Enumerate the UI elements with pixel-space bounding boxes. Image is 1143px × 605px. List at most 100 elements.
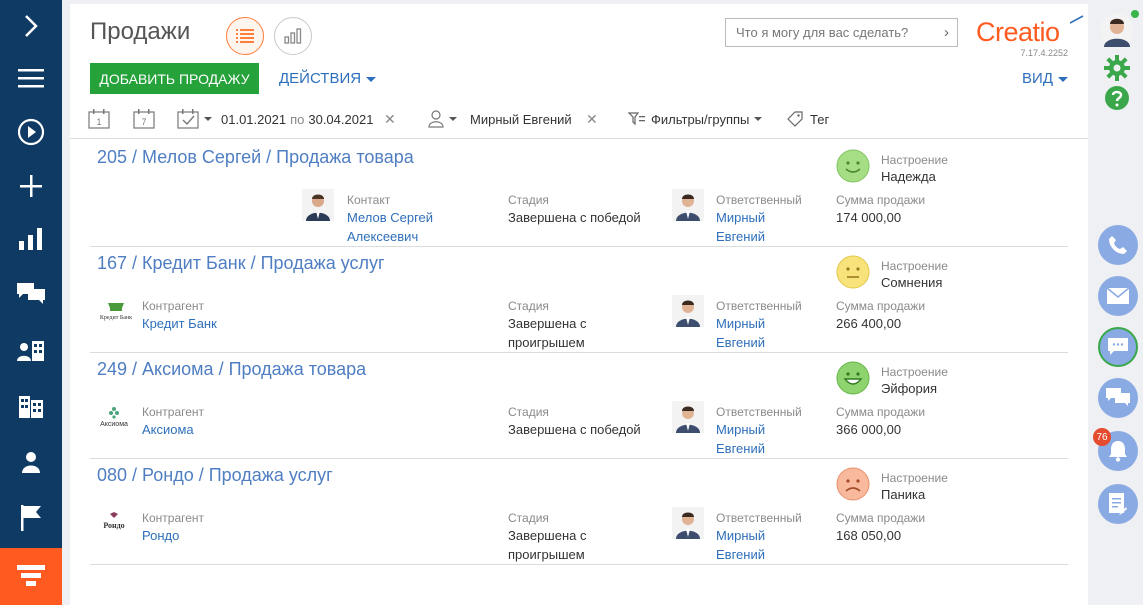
filters-groups-label: Фильтры/группы bbox=[651, 111, 750, 127]
flag-icon bbox=[21, 505, 41, 531]
owner-line1: Мирный bbox=[716, 316, 766, 331]
stage-line1: Завершена с bbox=[508, 316, 587, 331]
clear-owner-icon[interactable]: ✕ bbox=[586, 108, 598, 130]
account-logo-text: Рондо bbox=[103, 521, 124, 530]
owner-link[interactable]: Мирный Евгений bbox=[716, 314, 802, 352]
date-from: 01.01.2021 bbox=[221, 111, 287, 127]
tasks-button[interactable] bbox=[1098, 484, 1138, 524]
add-button[interactable] bbox=[0, 160, 62, 212]
field-label: Сумма продажи bbox=[836, 405, 926, 419]
phone-icon bbox=[1109, 236, 1127, 254]
caret-down-icon bbox=[449, 117, 457, 121]
owner-line1: Мирный bbox=[716, 422, 766, 437]
person-icon bbox=[22, 452, 40, 473]
owner-link[interactable]: Мирный Евгений bbox=[716, 208, 802, 246]
command-line-input[interactable]: Что я могу для вас сделать? › bbox=[725, 18, 958, 47]
mood-doubt-icon bbox=[836, 255, 870, 289]
bar-chart-icon bbox=[19, 228, 42, 250]
clear-period-icon[interactable]: ✕ bbox=[384, 108, 396, 130]
owner-link[interactable]: Мирный Евгений bbox=[716, 420, 802, 458]
field-label: Ответственный bbox=[716, 299, 802, 313]
mood-value: Сомнения bbox=[881, 275, 943, 290]
filter-icon bbox=[628, 112, 645, 126]
chat-bubbles-icon bbox=[1106, 388, 1130, 406]
owner-line2: Евгений bbox=[716, 229, 765, 244]
list-view-button[interactable] bbox=[226, 17, 264, 55]
owner-photo bbox=[672, 401, 704, 433]
chat-button[interactable] bbox=[1098, 327, 1138, 367]
filter-bar: 1 7 01.01.2021 по 30.04.2021 ✕ Мирный Ев… bbox=[88, 108, 1078, 130]
analytics-view-button[interactable] bbox=[274, 17, 312, 55]
caret-down-icon bbox=[366, 76, 377, 82]
contact-photo bbox=[302, 189, 334, 221]
period-filter-button[interactable] bbox=[177, 108, 212, 130]
email-button[interactable] bbox=[1098, 276, 1138, 316]
owner-filter-value[interactable]: Мирный Евгений bbox=[470, 108, 572, 130]
list-item[interactable]: 249 / Аксиома / Продажа товара Аксиома К… bbox=[90, 353, 1068, 459]
field-label: Стадия bbox=[508, 299, 549, 313]
opportunities-section-button[interactable] bbox=[0, 548, 62, 605]
add-opportunity-button[interactable]: ДОБАВИТЬ ПРОДАЖУ bbox=[90, 63, 259, 94]
phone-button[interactable] bbox=[1098, 225, 1138, 265]
notifications-count-badge: 76 bbox=[1093, 428, 1111, 446]
field-label: Сумма продажи bbox=[836, 511, 926, 525]
field-label: Ответственный bbox=[716, 193, 802, 207]
field-label: Сумма продажи bbox=[836, 193, 926, 207]
hamburger-icon bbox=[18, 69, 44, 88]
owner-link[interactable]: Мирный Евгений bbox=[716, 526, 802, 564]
field-label: Настроение bbox=[881, 365, 948, 379]
tag-label: Тег bbox=[810, 111, 830, 127]
account-link[interactable]: Рондо bbox=[142, 526, 204, 545]
field-label: Сумма продажи bbox=[836, 299, 926, 313]
tag-icon bbox=[787, 111, 803, 127]
day-filter-button[interactable]: 1 bbox=[88, 108, 110, 130]
owner-line1: Мирный bbox=[716, 210, 766, 225]
date-to: 30.04.2021 bbox=[308, 111, 374, 127]
list-item[interactable]: 205 / Мелов Сергей / Продажа товара Конт… bbox=[90, 141, 1068, 247]
creatio-logo: Creatio bbox=[976, 17, 1060, 47]
contacts-button[interactable] bbox=[0, 436, 62, 488]
view-menu-button[interactable]: ВИД bbox=[1022, 70, 1068, 87]
feed-button[interactable] bbox=[0, 268, 62, 320]
left-navigation bbox=[0, 0, 62, 605]
tag-filter-button[interactable]: Тег bbox=[786, 108, 829, 130]
dashboards-button[interactable] bbox=[0, 213, 62, 265]
expand-menu-button[interactable] bbox=[0, 0, 62, 52]
list-icon bbox=[236, 29, 254, 43]
week-filter-button[interactable]: 7 bbox=[133, 108, 155, 130]
field-label: Стадия bbox=[508, 405, 549, 419]
chevron-right-icon[interactable]: › bbox=[944, 24, 949, 41]
gear-icon[interactable] bbox=[1104, 55, 1130, 81]
list-item[interactable]: 080 / Рондо / Продажа услуг Рондо Контра… bbox=[90, 459, 1068, 565]
filters-groups-button[interactable]: Фильтры/группы bbox=[628, 108, 763, 130]
account-logo: Аксиома bbox=[100, 407, 128, 428]
feed-button[interactable] bbox=[1098, 378, 1138, 418]
leads-button[interactable] bbox=[0, 492, 62, 544]
stage-line1: Завершена с bbox=[508, 528, 587, 543]
chat-icon bbox=[1108, 338, 1128, 355]
actions-menu-button[interactable]: ДЕЙСТВИЯ bbox=[279, 70, 377, 87]
field-label: Ответственный bbox=[716, 511, 802, 525]
record-title-link[interactable]: 205 / Мелов Сергей / Продажа товара bbox=[97, 147, 414, 168]
field-label: Настроение bbox=[881, 259, 948, 273]
period-value[interactable]: 01.01.2021 по 30.04.2021 bbox=[221, 108, 373, 130]
envelope-icon bbox=[1107, 288, 1129, 304]
owner-filter-button[interactable] bbox=[428, 108, 457, 130]
communication-panel: 76 bbox=[1093, 0, 1143, 605]
list-item[interactable]: 167 / Кредит Банк / Продажа услуг Кредит… bbox=[90, 247, 1068, 353]
contact-link[interactable]: Мелов Сергей Алексеевич bbox=[347, 208, 433, 246]
accounts-button[interactable] bbox=[0, 380, 62, 432]
process-button[interactable] bbox=[0, 106, 62, 158]
record-title-link[interactable]: 167 / Кредит Банк / Продажа услуг bbox=[97, 253, 385, 274]
record-title-link[interactable]: 080 / Рондо / Продажа услуг bbox=[97, 465, 333, 486]
contacts-accounts-button[interactable] bbox=[0, 325, 62, 377]
help-icon[interactable] bbox=[1104, 85, 1130, 111]
mood-value: Эйфория bbox=[881, 381, 938, 396]
owner-line2: Евгений bbox=[716, 441, 765, 456]
week-icon-number: 7 bbox=[141, 117, 146, 127]
hamburger-menu-button[interactable] bbox=[0, 52, 62, 104]
record-title-link[interactable]: 249 / Аксиома / Продажа товара bbox=[97, 359, 366, 380]
account-link[interactable]: Аксиома bbox=[142, 420, 204, 439]
user-avatar[interactable] bbox=[1099, 12, 1135, 48]
account-link[interactable]: Кредит Банк bbox=[142, 314, 217, 333]
